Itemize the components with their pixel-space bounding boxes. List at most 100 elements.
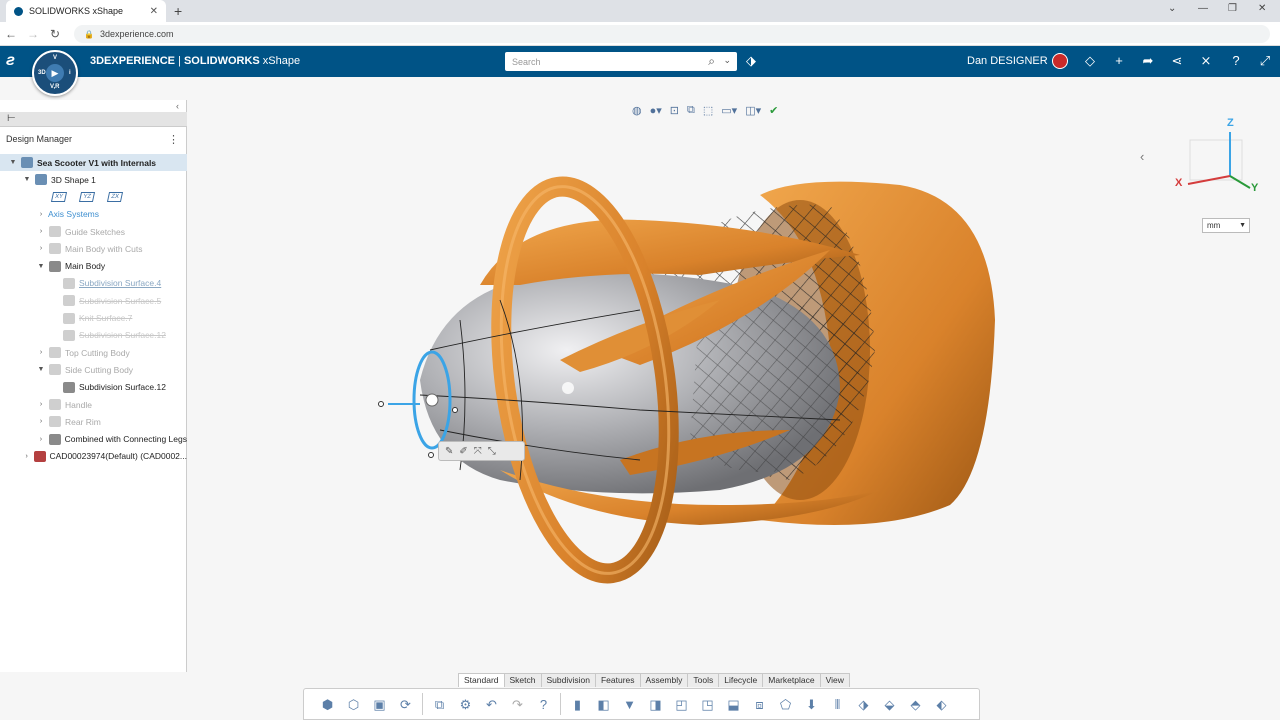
chevron-down-icon[interactable]: ▼ xyxy=(36,263,46,270)
tree-item[interactable]: ▼ 3D Shape 1 xyxy=(0,171,187,188)
tab-close-icon[interactable]: ✕ xyxy=(150,6,158,17)
action-tab[interactable]: Tools xyxy=(687,673,720,687)
tag-menu-icon[interactable]: ◇ xyxy=(1081,53,1099,69)
browser-tab[interactable]: SOLIDWORKS xShape ✕ xyxy=(6,0,166,22)
minimize-icon[interactable]: — xyxy=(1198,3,1208,14)
tree-item[interactable]: › Handle xyxy=(0,396,187,413)
chevron-right-icon[interactable]: › xyxy=(36,228,46,235)
render-style-icon[interactable]: ◍ xyxy=(632,104,642,117)
search-icon[interactable]: ⌕ xyxy=(708,54,715,69)
window-close-icon[interactable]: ✕ xyxy=(1258,3,1266,14)
fillet-icon[interactable]: ◳ xyxy=(698,695,717,714)
copy-icon[interactable]: ⧉ xyxy=(430,695,449,714)
chevron-right-icon[interactable]: › xyxy=(36,245,46,252)
chevron-right-icon[interactable]: › xyxy=(22,453,31,460)
selection-box-icon[interactable]: ▭▾ xyxy=(721,104,737,117)
action-tab[interactable]: Assembly xyxy=(639,673,689,687)
move-body-icon[interactable]: ⬇ xyxy=(802,695,821,714)
action-tab[interactable]: Subdivision xyxy=(540,673,596,687)
compass-icon[interactable]: ⨯ xyxy=(1197,53,1215,69)
model-canvas[interactable] xyxy=(188,100,1280,672)
compass-quadrant-vr[interactable]: V,R xyxy=(50,84,59,90)
action-tab[interactable]: View xyxy=(819,673,850,687)
avatar[interactable] xyxy=(1052,53,1068,69)
refresh-icon[interactable]: ⟳ xyxy=(396,695,415,714)
chevron-right-icon[interactable]: › xyxy=(36,436,46,443)
collapse-panel-icon[interactable]: ‹ xyxy=(176,101,179,111)
display-mode-icon[interactable]: ●▾ xyxy=(650,104,662,117)
tree-item[interactable]: Subdivision Surface.12 xyxy=(0,379,187,396)
tree-item[interactable]: Subdivision Surface.5 xyxy=(0,292,187,309)
check-icon[interactable]: ✔ xyxy=(769,104,778,117)
3d-viewport[interactable]: Z X Y xyxy=(188,100,1280,672)
more-options-icon[interactable]: ⋮ xyxy=(168,133,179,146)
shell-icon[interactable]: ◰ xyxy=(672,695,691,714)
tree-item[interactable]: Knit Surface.7 xyxy=(0,309,187,326)
loft-icon[interactable]: ◨ xyxy=(646,695,665,714)
tree-tab-icon[interactable]: ⊢ xyxy=(7,113,16,124)
action-tab[interactable]: Features xyxy=(594,673,641,687)
view-cube-icon[interactable]: ⬚ xyxy=(703,104,713,117)
combine-icon[interactable]: ⬗ xyxy=(854,695,873,714)
tree-item[interactable]: › Top Cutting Body xyxy=(0,344,187,361)
tree-item[interactable]: › Main Body with Cuts xyxy=(0,240,187,257)
compass-play-icon[interactable]: ▶ xyxy=(46,64,64,82)
url-field[interactable]: 🔒 3dexperience.com xyxy=(74,25,1270,43)
chevron-down-icon[interactable]: ▼ xyxy=(22,176,32,183)
redo-icon[interactable]: ↷ xyxy=(508,695,527,714)
tag-icon[interactable]: ⬗ xyxy=(746,53,756,69)
chevron-down-icon[interactable]: ▼ xyxy=(36,366,46,373)
tree-item[interactable]: › CAD00023974(Default) (CAD0002... xyxy=(0,448,187,465)
split-icon[interactable]: ⫴ xyxy=(828,695,847,714)
part-icon[interactable]: ⬢ xyxy=(318,695,337,714)
compass-widget[interactable]: V 3D i V,R ▶ xyxy=(32,50,78,96)
boolean-icon[interactable]: ⬘ xyxy=(906,695,925,714)
search-input[interactable]: Search ⌕ ⌄ xyxy=(505,52,737,71)
chevron-right-icon[interactable]: › xyxy=(36,401,46,408)
settings-icon[interactable]: ⚙ xyxy=(456,695,475,714)
reload-icon[interactable]: ↻ xyxy=(44,27,66,41)
units-select[interactable]: mm ▼ xyxy=(1202,218,1250,233)
share-icon[interactable]: ➦ xyxy=(1139,53,1157,69)
brush-alt-icon[interactable]: ✐ xyxy=(459,446,467,457)
search-dropdown-icon[interactable]: ⌄ xyxy=(723,55,731,66)
sweep-icon[interactable]: ▼ xyxy=(620,695,639,714)
brush-icon[interactable]: ✎ xyxy=(445,446,453,457)
chamfer-icon[interactable]: ⬓ xyxy=(724,695,743,714)
network-icon[interactable]: ⋖ xyxy=(1168,53,1186,69)
expand-panel-icon[interactable]: ‹ xyxy=(1140,149,1144,164)
tree-item[interactable]: › Guide Sketches xyxy=(0,223,187,240)
action-tab[interactable]: Marketplace xyxy=(762,673,821,687)
user-name[interactable]: Dan DESIGNER xyxy=(967,55,1048,67)
add-icon[interactable]: + xyxy=(1110,53,1128,68)
bend-icon[interactable]: ⬖ xyxy=(932,695,951,714)
chevron-right-icon[interactable]: › xyxy=(36,211,46,218)
undo-icon[interactable]: ↶ xyxy=(482,695,501,714)
chevron-down-icon[interactable]: ▼ xyxy=(8,159,18,166)
chevron-right-icon[interactable]: › xyxy=(36,349,46,356)
thicken-icon[interactable]: ⬙ xyxy=(880,695,899,714)
extrude-feature-icon[interactable]: ▮ xyxy=(568,695,587,714)
tree-item[interactable]: Subdivision Surface.12 xyxy=(0,327,187,344)
forward-icon[interactable]: → xyxy=(22,27,44,41)
back-icon[interactable]: ← xyxy=(0,27,22,41)
chevron-right-icon[interactable]: › xyxy=(36,418,46,425)
scale-icon[interactable]: ⤡ xyxy=(488,446,496,457)
plane-icon[interactable]: YZ xyxy=(78,192,96,203)
help-icon[interactable]: ? xyxy=(1227,53,1245,68)
compass-quadrant-i[interactable]: i xyxy=(69,70,71,76)
mirror-icon[interactable]: ⬠ xyxy=(776,695,795,714)
section-view-icon[interactable]: ⧉ xyxy=(687,104,695,117)
zoom-fit-icon[interactable]: ⊡ xyxy=(670,104,679,117)
tree-item[interactable]: ▼ Side Cutting Body xyxy=(0,361,187,378)
save-icon[interactable]: ▣ xyxy=(370,695,389,714)
tree-item[interactable]: ▼ Sea Scooter V1 with Internals xyxy=(0,154,187,172)
pattern-icon[interactable]: ⧈ xyxy=(750,695,769,714)
new-tab-button[interactable]: + xyxy=(174,3,182,19)
action-tab[interactable]: Lifecycle xyxy=(718,673,764,687)
tree-item[interactable]: › Axis Systems xyxy=(0,206,187,223)
tree-item[interactable]: ▼ Main Body xyxy=(0,257,187,274)
tree-item[interactable]: › Rear Rim xyxy=(0,413,187,430)
fullscreen-icon[interactable]: ⤢ xyxy=(1256,53,1274,69)
tab-search-icon[interactable]: ⌄ xyxy=(1168,3,1176,14)
